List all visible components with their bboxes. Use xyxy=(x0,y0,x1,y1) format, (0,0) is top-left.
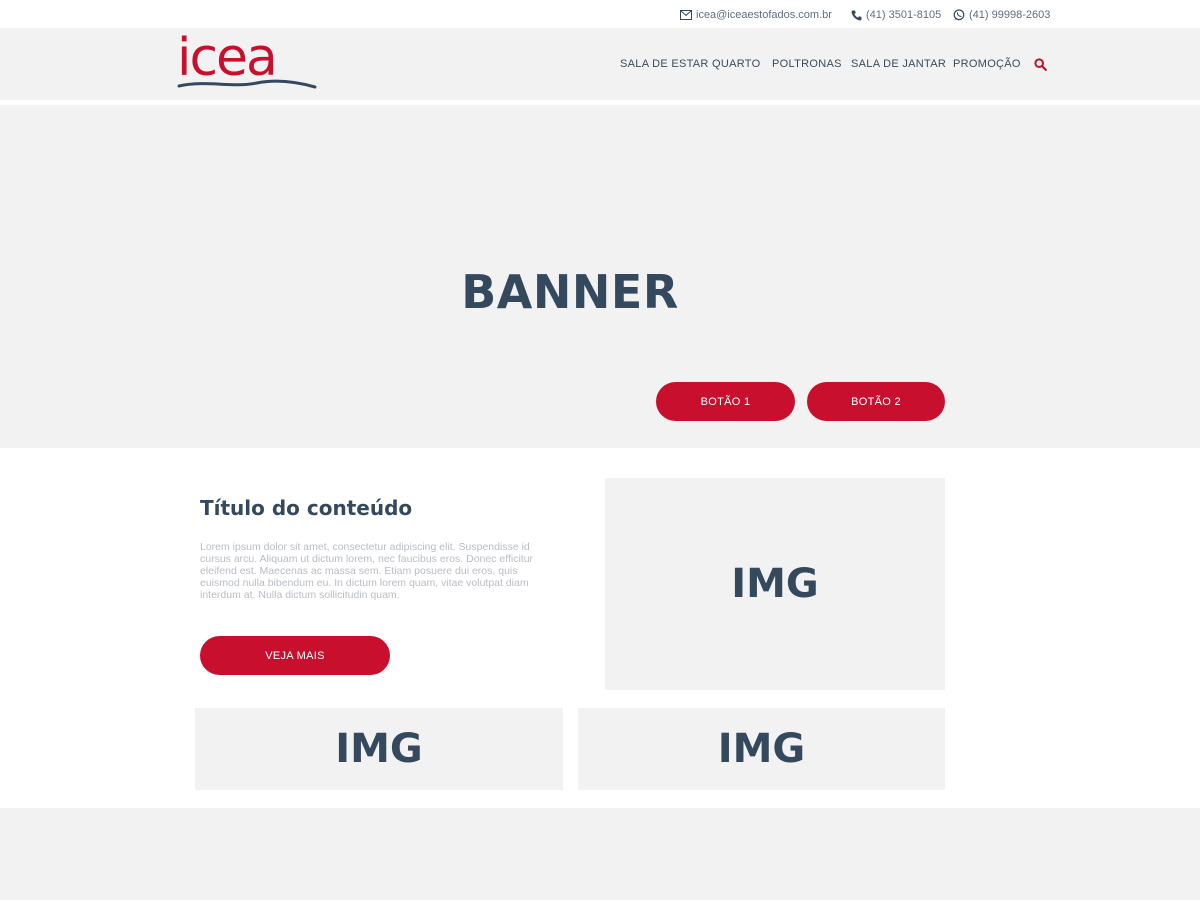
nav-promocao[interactable]: PROMOÇÃO xyxy=(953,58,1021,70)
banner-button-1[interactable]: BOTÃO 1 xyxy=(656,382,795,421)
hero-banner: BANNER BOTÃO 1 BOTÃO 2 xyxy=(0,105,1200,448)
see-more-button[interactable]: VEJA MAIS xyxy=(200,636,390,675)
top-contact-bar: icea@iceaestofados.com.br (41) 3501-8105… xyxy=(0,0,1200,28)
content-section: Título do conteúdo Lorem ipsum dolor sit… xyxy=(0,448,1200,808)
whatsapp-text: (41) 99998-2603 xyxy=(969,9,1051,21)
phone-contact[interactable]: (41) 3501-8105 xyxy=(851,9,941,21)
content-image-main: IMG xyxy=(605,478,945,690)
search-icon xyxy=(1034,58,1047,71)
content-paragraph: Lorem ipsum dolor sit amet, consectetur … xyxy=(200,541,534,601)
envelope-icon xyxy=(680,10,692,20)
whatsapp-icon xyxy=(953,9,965,21)
phone-icon xyxy=(851,10,862,20)
banner-title: BANNER xyxy=(461,265,679,319)
whatsapp-contact[interactable]: (41) 99998-2603 xyxy=(953,9,1050,21)
nav-sala-de-estar[interactable]: SALA DE ESTAR xyxy=(620,58,709,70)
icea-logo[interactable]: icea xyxy=(177,30,319,94)
logo-wave xyxy=(177,79,317,89)
nav-sala-de-jantar[interactable]: SALA DE JANTAR xyxy=(851,58,946,70)
banner-button-2[interactable]: BOTÃO 2 xyxy=(807,382,945,421)
email-contact[interactable]: icea@iceaestofados.com.br xyxy=(680,9,832,21)
email-text: icea@iceaestofados.com.br xyxy=(696,9,832,21)
footer-area xyxy=(0,808,1200,900)
phone-text: (41) 3501-8105 xyxy=(866,9,942,21)
nav-quarto[interactable]: QUARTO xyxy=(712,58,760,70)
search-button[interactable] xyxy=(1034,58,1048,72)
content-image-bottom-right: IMG xyxy=(578,708,945,790)
nav-poltronas[interactable]: POLTRONAS xyxy=(772,58,842,70)
content-image-bottom-left: IMG xyxy=(195,708,563,790)
content-title: Título do conteúdo xyxy=(200,496,413,520)
